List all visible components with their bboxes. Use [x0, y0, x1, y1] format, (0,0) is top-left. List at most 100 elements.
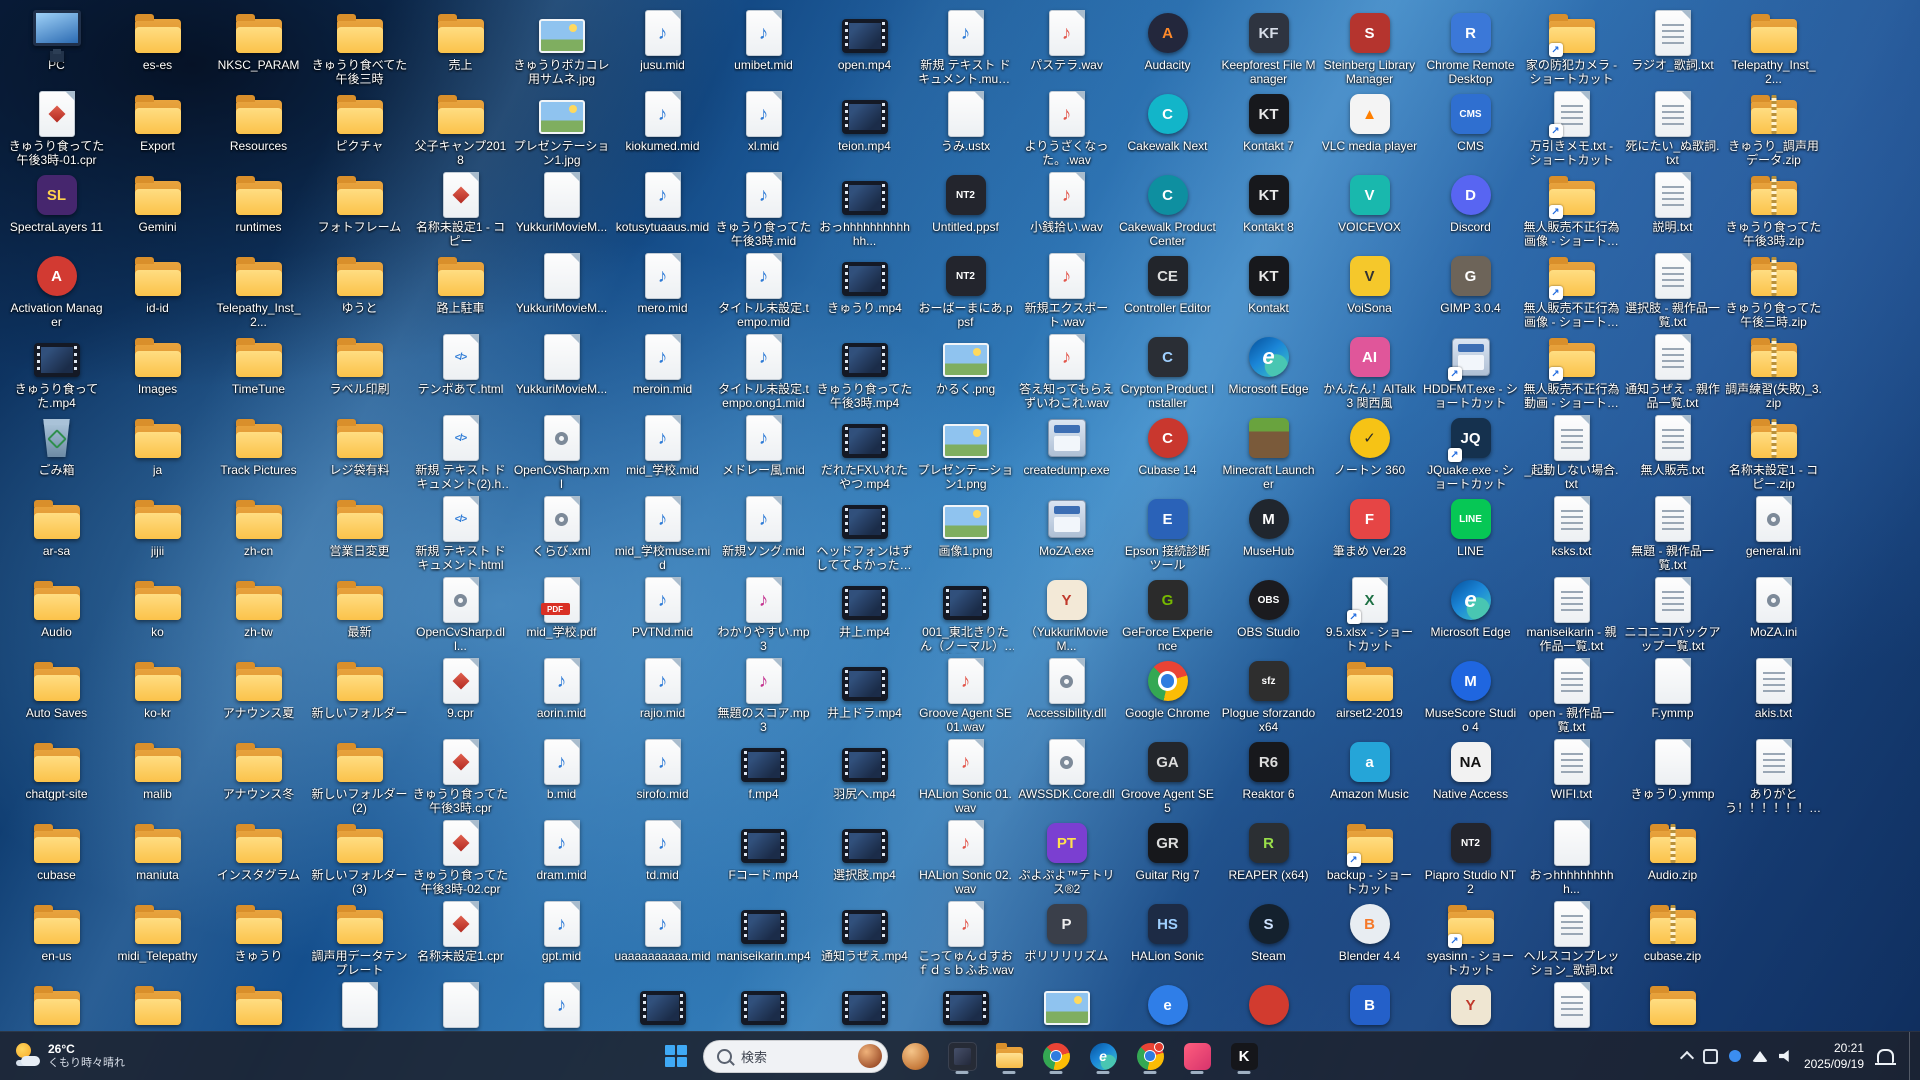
desktop-icon[interactable]: CCakewalk Product Center	[1117, 168, 1218, 249]
desktop-icon[interactable]: Export	[107, 87, 208, 168]
desktop-icon[interactable]: ♪よりうざくなった。.wav	[1016, 87, 1117, 168]
desktop-icon[interactable]: ♪新規 テキスト ドキュメント.musicxml	[915, 6, 1016, 87]
desktop-icon[interactable]: SLSpectraLayers 11	[6, 168, 107, 249]
weather-widget[interactable]: 26°C くもり時々晴れ	[0, 1032, 139, 1080]
desktop-icon[interactable]: en-us	[6, 897, 107, 978]
desktop-icon[interactable]: ピクチャ	[309, 87, 410, 168]
desktop-icon[interactable]: 名称未設定1.cpr	[410, 897, 511, 978]
desktop-icon[interactable]: NT2Piapro Studio NT2	[1420, 816, 1521, 897]
desktop-icon[interactable]: ♪mero.mid	[612, 249, 713, 330]
desktop-icon[interactable]: Telepathy_Inst_2...	[1723, 6, 1824, 87]
desktop-icon[interactable]: ニコニコバックアップ一覧.txt	[1622, 573, 1723, 654]
desktop-icon[interactable]: KFKeepforest File Manager	[1218, 6, 1319, 87]
desktop-icon[interactable]: ♪新規ソング.mid	[713, 492, 814, 573]
desktop-icon[interactable]: だれたFXいれたやつ.mp4	[814, 411, 915, 492]
desktop-icon[interactable]	[814, 978, 915, 1032]
desktop-icon[interactable]: OpenCvSharp.xml	[511, 411, 612, 492]
desktop-icon[interactable]: ↗無人販売不正行為動画 - ショートカット	[1521, 330, 1622, 411]
desktop-icon[interactable]: 001_東北きりたん（ノーマル）_今じゃ...	[915, 573, 1016, 654]
desktop-icon[interactable]: ko-kr	[107, 654, 208, 735]
desktop-icon[interactable]: YukkuriMovieM...	[511, 330, 612, 411]
desktop-icon[interactable]: PDFmid_学校.pdf	[511, 573, 612, 654]
desktop-icon[interactable]: 名称未設定1 - コピー.zip	[1723, 411, 1824, 492]
desktop-icon[interactable]: 通知うぜえ.mp4	[814, 897, 915, 978]
desktop-icon[interactable]: AIかんたん！AITalk 3 関西風	[1319, 330, 1420, 411]
desktop-icon[interactable]: 羽尻へ.mp4	[814, 735, 915, 816]
desktop-icon[interactable]: F.ymmp	[1622, 654, 1723, 735]
desktop-icon[interactable]: </>新規 テキスト ドキュメント.html	[410, 492, 511, 573]
desktop-icon[interactable]: MoZA.exe	[1016, 492, 1117, 573]
desktop-icon[interactable]: Track Pictures	[208, 411, 309, 492]
desktop-icon[interactable]: うみ.ustx	[915, 87, 1016, 168]
desktop-icon[interactable]: JQ↗JQuake.exe - ショートカット	[1420, 411, 1521, 492]
desktop-icon[interactable]	[713, 978, 814, 1032]
desktop-icon[interactable]: レジ袋有料	[309, 411, 410, 492]
show-desktop-button[interactable]	[1909, 1032, 1914, 1080]
desktop-icon[interactable]: ksks.txt	[1521, 492, 1622, 573]
desktop-icon[interactable]: ♪gpt.mid	[511, 897, 612, 978]
desktop-icon[interactable]: cubase	[6, 816, 107, 897]
desktop-icon[interactable]: ♪aorin.mid	[511, 654, 612, 735]
desktop-icon[interactable]: 通知うぜえ - 親作品一覧.txt	[1622, 330, 1723, 411]
desktop-icon[interactable]: ヘッドフォンはずしててよかった.mp4	[814, 492, 915, 573]
desktop-icon[interactable]: GGIMP 3.0.4	[1420, 249, 1521, 330]
desktop-icon[interactable]: ja	[107, 411, 208, 492]
desktop-icon[interactable]: ♪rajio.mid	[612, 654, 713, 735]
desktop-icon[interactable]: NKSC_PARAM	[208, 6, 309, 87]
desktop-icon[interactable]: f.mp4	[713, 735, 814, 816]
desktop-icon[interactable]: KTKontakt 8	[1218, 168, 1319, 249]
desktop-icon[interactable]: e	[1117, 978, 1218, 1032]
desktop-icon[interactable]: MMuseScore Studio 4	[1420, 654, 1521, 735]
desktop-icon[interactable]: ラジオ_歌詞.txt	[1622, 6, 1723, 87]
desktop-icon[interactable]: es-es	[107, 6, 208, 87]
desktop-icon[interactable]: ♪sirofo.mid	[612, 735, 713, 816]
desktop-icon[interactable]: X↗9.5.xlsx - ショートカット	[1319, 573, 1420, 654]
desktop-icon[interactable]: NT2Untitled.ppsf	[915, 168, 1016, 249]
desktop-icon[interactable]: aAmazon Music	[1319, 735, 1420, 816]
desktop-icon[interactable]: きゅうり食ってた午後3時.mp4	[814, 330, 915, 411]
desktop-icon[interactable]: きゅうり	[208, 897, 309, 978]
desktop-icon[interactable]: ♪mid_学校muse.mid	[612, 492, 713, 573]
taskbar-edge[interactable]: e	[1083, 1036, 1123, 1076]
desktop-icon[interactable]: ♪td.mid	[612, 816, 713, 897]
desktop-icon[interactable]: ♪umibet.mid	[713, 6, 814, 87]
desktop-icon[interactable]	[1218, 978, 1319, 1032]
wifi-icon[interactable]	[1752, 1051, 1768, 1062]
desktop-icon[interactable]: WIFI.txt	[1521, 735, 1622, 816]
desktop-icon[interactable]: ↗HDDFMT.exe - ショートカット	[1420, 330, 1521, 411]
desktop-icon[interactable]: ヘルスコンプレッション_歌詞.txt	[1521, 897, 1622, 978]
desktop-icon[interactable]: SSteinberg Library Manager	[1319, 6, 1420, 87]
desktop-icon[interactable]: EEpson 接続診断ツール	[1117, 492, 1218, 573]
desktop-icon[interactable]: 9.cpr	[410, 654, 511, 735]
desktop-icon[interactable]: general.ini	[1723, 492, 1824, 573]
desktop-icon[interactable]: きゅうり_調声用データ.zip	[1723, 87, 1824, 168]
taskbar-file-explorer[interactable]	[989, 1036, 1029, 1076]
desktop-icon[interactable]: GRGuitar Rig 7	[1117, 816, 1218, 897]
desktop-icon[interactable]: OBSOBS Studio	[1218, 573, 1319, 654]
desktop-icon[interactable]: malib	[107, 735, 208, 816]
taskbar-media-app[interactable]	[942, 1036, 982, 1076]
desktop-icon[interactable]: BBlender 4.4	[1319, 897, 1420, 978]
desktop-icon[interactable]: 井上ドラ.mp4	[814, 654, 915, 735]
desktop-icon[interactable]: 売上	[410, 6, 511, 87]
desktop-icon[interactable]: ♪パステラ.wav	[1016, 6, 1117, 87]
desktop-icon[interactable]: きゅうり.ymmp	[1622, 735, 1723, 816]
desktop-icon[interactable]: KTKontakt 7	[1218, 87, 1319, 168]
desktop-icon[interactable]: 選択肢.mp4	[814, 816, 915, 897]
desktop-icon[interactable]: ごみ箱	[6, 411, 107, 492]
desktop-icon[interactable]: open.mp4	[814, 6, 915, 87]
desktop-icon[interactable]: R6Reaktor 6	[1218, 735, 1319, 816]
desktop-icon[interactable]: akis.txt	[1723, 654, 1824, 735]
desktop-icon[interactable]: ♪新規エクスポート.wav	[1016, 249, 1117, 330]
clock[interactable]: 20:21 2025/09/19	[1804, 1040, 1864, 1072]
desktop-icon[interactable]: Resources	[208, 87, 309, 168]
desktop-icon[interactable]: maniuta	[107, 816, 208, 897]
desktop-icon[interactable]: LINELINE	[1420, 492, 1521, 573]
desktop-icon[interactable]: ♪メドレー風.mid	[713, 411, 814, 492]
desktop-icon[interactable]: ar-sa	[6, 492, 107, 573]
desktop-icon[interactable]: きゅうり食ってた.mp4	[6, 330, 107, 411]
desktop-icon[interactable]: ♪こってゅんｄすおｆｄｓｂふお.wav	[915, 897, 1016, 978]
desktop-icon[interactable]: CCubase 14	[1117, 411, 1218, 492]
taskbar-pink-app[interactable]	[1177, 1036, 1217, 1076]
desktop-icon[interactable]: createdump.exe	[1016, 411, 1117, 492]
